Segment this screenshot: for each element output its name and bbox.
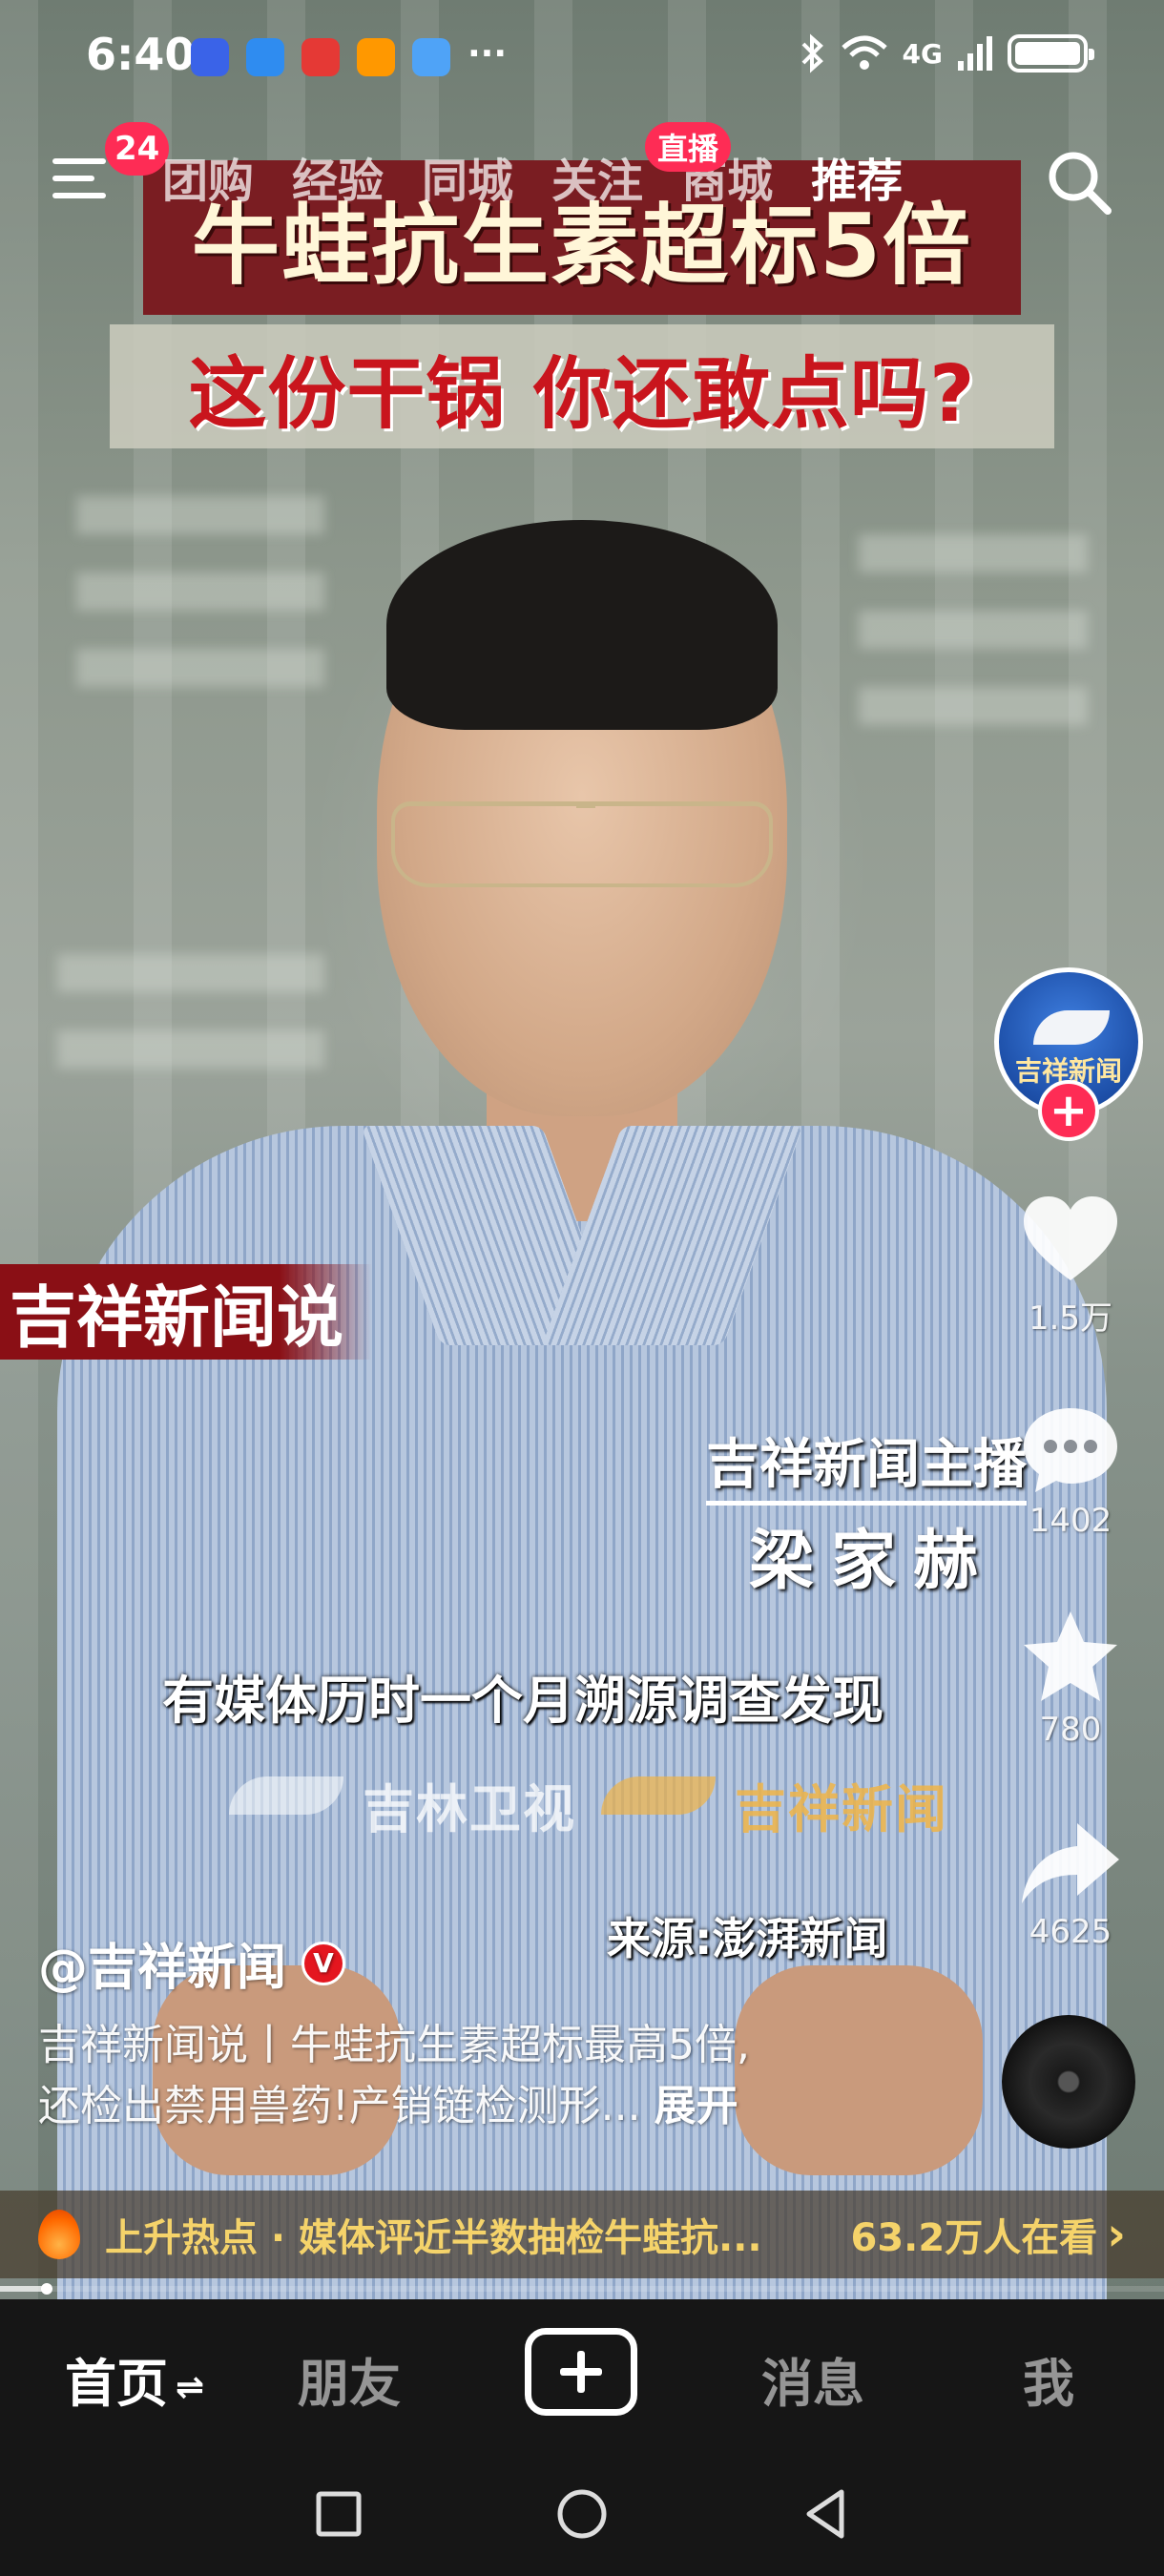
wifi-icon xyxy=(841,35,887,70)
video-app-icon xyxy=(357,38,395,76)
progress-fill xyxy=(0,2286,47,2292)
recent-apps-icon[interactable] xyxy=(305,2481,372,2547)
expand-button[interactable]: 展开 xyxy=(655,2082,738,2130)
favorite-count: 780 xyxy=(1039,1711,1102,1749)
chevron-right-icon: › xyxy=(1107,2208,1126,2261)
status-indicators: 4G xyxy=(800,32,1094,74)
network-type: 4G xyxy=(902,37,943,70)
presenter-hair xyxy=(386,520,778,730)
heart-icon xyxy=(1024,1196,1117,1280)
comment-button[interactable]: 1402 xyxy=(1011,1402,1130,1540)
creator-name[interactable]: @吉祥新闻 V xyxy=(38,1927,346,1999)
battery-icon xyxy=(1008,34,1094,73)
tab-nearby[interactable]: 同城 xyxy=(422,143,513,219)
description-line-1: 吉祥新闻说丨牛蛙抗生素超标最高5倍, xyxy=(38,2021,750,2069)
trending-topic: 上升热点 · 媒体评近半数抽检牛蛙抗... xyxy=(105,2216,762,2260)
video-description[interactable]: 吉祥新闻说丨牛蛙抗生素超标最高5倍, 还检出禁用兽药!产销链检测形... 展开 xyxy=(38,2015,878,2137)
follow-button[interactable]: + xyxy=(1038,1080,1099,1141)
tab-group-buy[interactable]: 团购 xyxy=(162,143,254,219)
like-count: 1.5万 xyxy=(1028,1299,1113,1338)
viewer-count: 63.2万人在看 xyxy=(850,2216,1098,2260)
app-notification-icon xyxy=(191,38,229,76)
jixiang-logo-icon xyxy=(1033,1010,1110,1045)
share-arrow-icon xyxy=(1022,1823,1119,1903)
source-tag: 来源:澎湃新闻 xyxy=(607,1913,888,1964)
flame-icon xyxy=(38,2210,80,2259)
description-line-2: 还检出禁用兽药!产销链检测形... xyxy=(38,2082,641,2130)
nav-messages[interactable]: 消息 xyxy=(761,2341,864,2417)
presenter-glasses xyxy=(391,801,773,887)
menu-icon[interactable] xyxy=(52,153,110,204)
bluetooth-icon xyxy=(801,33,823,73)
status-time: 6:40 xyxy=(86,29,196,80)
share-count: 4625 xyxy=(1029,1913,1112,1951)
video-subtitle: 有媒体历时一个月溯源调查发现 xyxy=(162,1671,883,1731)
more-notifications-icon: ··· xyxy=(468,34,508,73)
menu-notification-badge: 24 xyxy=(105,122,170,176)
comment-icon xyxy=(1024,1408,1117,1492)
home-circle-icon[interactable] xyxy=(549,2481,615,2547)
watermark-jilin-tv: 吉林卫视 xyxy=(363,1779,576,1839)
signal-icon xyxy=(958,36,992,71)
music-disc-icon[interactable] xyxy=(1002,2015,1135,2149)
create-button[interactable] xyxy=(525,2328,637,2416)
headline-secondary: 这份干锅 你还敢点吗? xyxy=(110,324,1054,448)
feed-tabs: 团购 经验 同城 关注 商城 推荐 xyxy=(162,143,941,219)
share-button[interactable]: 4625 xyxy=(1011,1818,1130,1951)
comment-count: 1402 xyxy=(1029,1502,1112,1540)
playback-progress[interactable] xyxy=(0,2283,1164,2295)
search-icon[interactable] xyxy=(1045,148,1113,217)
bottom-nav: 首页 ⇌ 朋友 消息 我 xyxy=(0,2299,1164,2452)
nav-home-label: 首页 xyxy=(65,2354,168,2414)
nav-me[interactable]: 我 xyxy=(1023,2341,1074,2417)
tab-experience[interactable]: 经验 xyxy=(292,143,384,219)
program-tag: 吉祥新闻说 xyxy=(0,1264,372,1360)
system-nav-bar xyxy=(0,2452,1164,2576)
swap-icon: ⇌ xyxy=(176,2367,205,2407)
nav-friends[interactable]: 朋友 xyxy=(298,2341,401,2417)
verified-badge-icon: V xyxy=(301,1941,346,1985)
back-triangle-icon[interactable] xyxy=(792,2481,859,2547)
watermark-jixiang-news: 吉祥新闻 xyxy=(735,1779,948,1839)
tab-following[interactable]: 关注 xyxy=(551,143,643,219)
weather-icon xyxy=(246,38,284,76)
author-handle[interactable]: @吉祥新闻 xyxy=(38,1927,286,1999)
status-bar: 6:40 ··· 4G xyxy=(0,0,1164,114)
star-icon xyxy=(1024,1611,1117,1701)
like-button[interactable]: 1.5万 xyxy=(1011,1193,1130,1339)
progress-handle[interactable] xyxy=(40,2283,52,2295)
browser-icon xyxy=(412,38,450,76)
nav-home[interactable]: 首页 ⇌ xyxy=(65,2341,204,2417)
live-badge[interactable]: 直播 xyxy=(645,122,731,172)
favorite-button[interactable]: 780 xyxy=(1011,1608,1130,1749)
anchor-name: 梁家赫 xyxy=(749,1524,996,1599)
plus-icon xyxy=(560,2351,602,2393)
trending-bar[interactable]: 上升热点 · 媒体评近半数抽检牛蛙抗... 63.2万人在看 › xyxy=(0,2191,1164,2278)
tab-recommended[interactable]: 推荐 xyxy=(811,143,903,219)
anchor-title: 吉祥新闻主播 xyxy=(706,1422,1027,1506)
huawei-icon xyxy=(301,38,340,76)
